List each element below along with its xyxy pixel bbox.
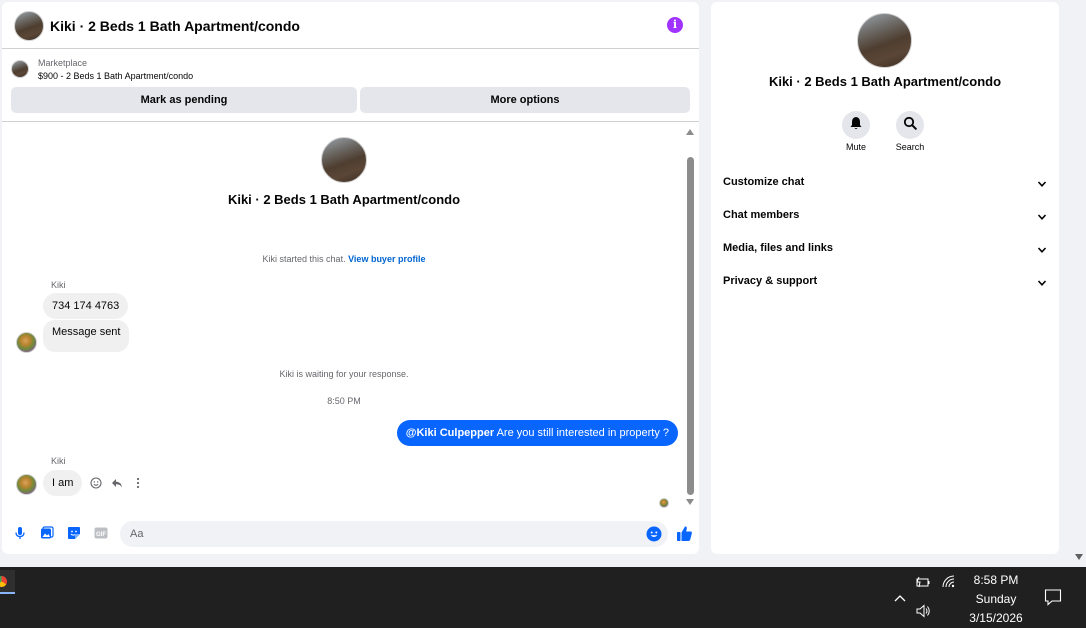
seen-indicator-avatar — [659, 498, 669, 508]
search-label: Search — [895, 142, 925, 152]
notification-icon[interactable] — [1044, 588, 1062, 606]
privacy-support-section[interactable]: Privacy & support — [723, 275, 1047, 295]
svg-text:GIF: GIF — [96, 532, 106, 538]
mute-button[interactable]: Mute — [826, 111, 886, 152]
gif-icon[interactable]: GIF — [94, 526, 108, 540]
section-label: Chat members — [723, 209, 800, 221]
clock-day: Sunday — [975, 592, 1017, 606]
sender-avatar[interactable] — [16, 474, 37, 495]
chrome-icon — [0, 576, 7, 587]
chevron-down-icon — [1037, 179, 1047, 189]
clock-time: 8:58 PM — [973, 573, 1019, 587]
media-files-links-section[interactable]: Media, files and links — [723, 242, 1047, 262]
thread-avatar — [321, 137, 367, 183]
marketplace-banner: Marketplace $900 - 2 Beds 1 Bath Apartme… — [2, 50, 699, 122]
battery-icon[interactable] — [915, 574, 931, 590]
sender-avatar[interactable] — [16, 332, 37, 353]
mark-as-pending-button[interactable]: Mark as pending — [11, 87, 357, 113]
page-scroll-down-arrow[interactable] — [1075, 554, 1083, 560]
scroll-down-arrow[interactable] — [686, 499, 694, 505]
message-bubble[interactable]: I am — [43, 470, 83, 496]
thread-title: Kiki · 2 Beds 1 Bath Apartment/condo — [227, 192, 461, 207]
chat-members-section[interactable]: Chat members — [723, 209, 1047, 229]
outgoing-message-bubble[interactable]: @Kiki Culpepper Are you still interested… — [396, 420, 678, 446]
message-composer: GIF — [2, 516, 699, 554]
thread-scrollbar[interactable] — [686, 129, 695, 509]
info-title: Kiki · 2 Beds 1 Bath Apartment/condo — [768, 74, 1002, 89]
chat-title[interactable]: Kiki · 2 Beds 1 Bath Apartment/condo — [50, 18, 300, 34]
photo-icon[interactable] — [40, 526, 54, 540]
scroll-thumb[interactable] — [687, 157, 694, 495]
sticker-icon[interactable] — [67, 526, 81, 540]
taskbar: 8:58 PM Sunday 3/15/2026 — [0, 567, 1086, 628]
system-clock[interactable]: 8:58 PM Sunday 3/15/2026 — [955, 571, 1037, 628]
mention[interactable]: @Kiki Culpepper — [406, 427, 494, 439]
listing-thumbnail[interactable] — [11, 60, 29, 78]
reply-icon[interactable] — [111, 476, 123, 488]
marketplace-label: Marketplace — [38, 58, 88, 68]
chevron-down-icon — [1037, 212, 1047, 222]
clock-date: 3/15/2026 — [969, 611, 1023, 625]
section-label: Media, files and links — [723, 242, 834, 254]
search-icon — [903, 116, 917, 135]
like-icon[interactable] — [676, 525, 693, 542]
search-button[interactable]: Search — [880, 111, 940, 152]
sender-name: Kiki — [51, 280, 66, 290]
listing-title[interactable]: $900 - 2 Beds 1 Bath Apartment/condo — [38, 71, 193, 81]
chevron-down-icon — [1037, 245, 1047, 255]
more-icon[interactable] — [132, 476, 144, 489]
chevron-down-icon — [1037, 278, 1047, 288]
chat-info-panel: Kiki · 2 Beds 1 Bath Apartment/condo Mut… — [711, 2, 1059, 554]
chat-started-notice: Kiki started this chat. View buyer profi… — [2, 254, 686, 264]
scroll-up-arrow[interactable] — [686, 129, 694, 135]
outgoing-message-text: Are you still interested in property ? — [496, 427, 669, 439]
mute-label: Mute — [845, 142, 866, 152]
message-bubble[interactable]: Message sent — [43, 320, 130, 352]
message-actions — [90, 476, 144, 489]
chat-started-text: Kiki started this chat. — [262, 254, 346, 264]
message-thread[interactable]: Kiki · 2 Beds 1 Bath Apartment/condo Kik… — [2, 123, 699, 510]
message-bubble[interactable]: 734 174 4763 — [43, 293, 129, 319]
react-icon[interactable] — [90, 476, 102, 489]
emoji-icon[interactable] — [646, 526, 662, 542]
sender-name: Kiki — [51, 456, 66, 466]
thread-header: Kiki · 2 Beds 1 Bath Apartment/condo — [2, 137, 686, 207]
more-options-button[interactable]: More options — [360, 87, 690, 113]
waiting-notice: Kiki is waiting for your response. — [279, 369, 409, 379]
section-label: Customize chat — [723, 176, 805, 188]
customize-chat-section[interactable]: Customize chat — [723, 176, 1047, 196]
bell-icon — [849, 116, 863, 135]
volume-icon[interactable] — [915, 603, 931, 619]
message-timestamp: 8:50 PM — [327, 396, 361, 406]
view-buyer-profile-link[interactable]: View buyer profile — [348, 254, 425, 264]
chat-header: Kiki · 2 Beds 1 Bath Apartment/condo i — [2, 2, 699, 49]
chat-panel: Kiki · 2 Beds 1 Bath Apartment/condo i M… — [2, 2, 699, 554]
taskbar-app-chrome[interactable] — [0, 570, 15, 594]
message-input[interactable] — [120, 521, 668, 547]
chevron-up-icon[interactable] — [892, 591, 908, 607]
info-icon[interactable]: i — [667, 17, 683, 33]
mic-icon[interactable] — [13, 526, 27, 540]
chat-avatar[interactable] — [14, 11, 44, 41]
info-avatar[interactable] — [857, 13, 912, 68]
section-label: Privacy & support — [723, 275, 818, 287]
